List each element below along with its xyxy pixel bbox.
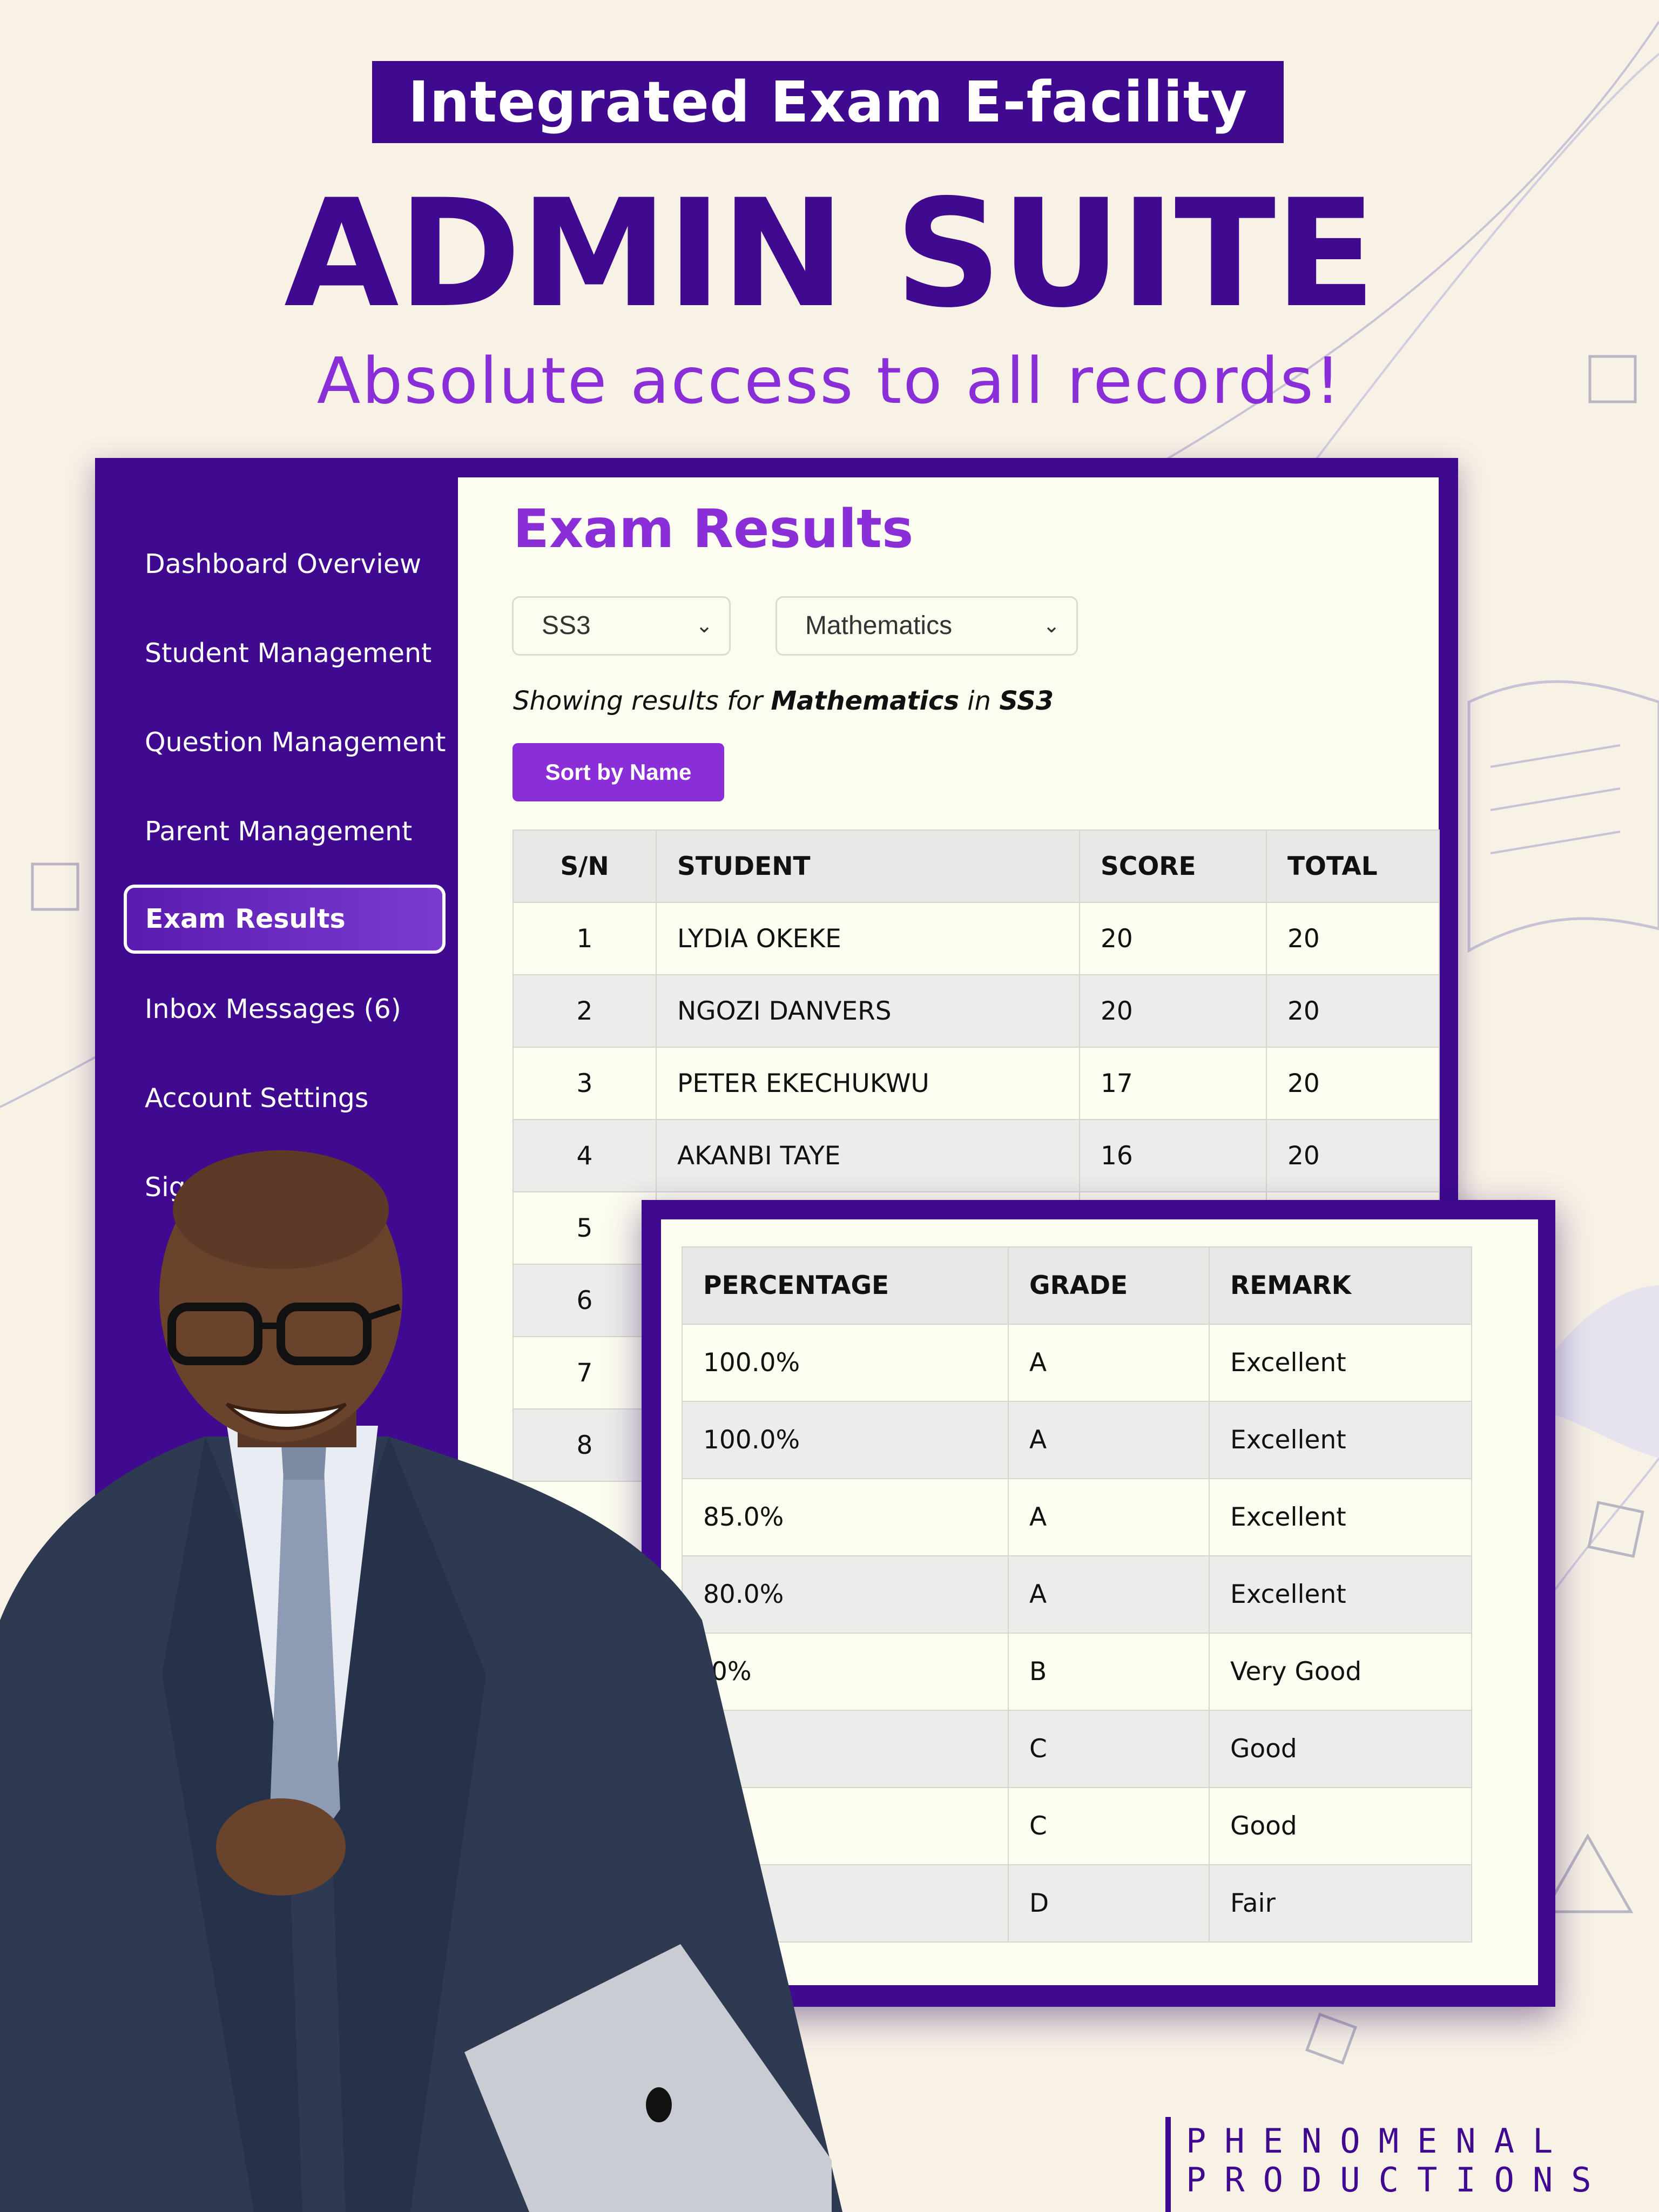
column-header-total[interactable]: TOTAL xyxy=(1266,830,1440,903)
sidebar-item-student-management[interactable]: Student Management xyxy=(145,618,447,689)
column-header-remark[interactable]: REMARK xyxy=(1209,1246,1472,1325)
sidebar-item-parent-management[interactable]: Parent Management xyxy=(145,797,447,867)
caption-subject: Mathematics xyxy=(771,686,960,716)
results-caption: Showing results for Mathematics in SS3 xyxy=(513,686,1054,716)
sidebar-item-inbox-messages[interactable]: Inbox Messages (6) xyxy=(145,974,447,1044)
chevron-down-icon: ⌄ xyxy=(696,615,713,637)
sidebar-item-account-settings[interactable]: Account Settings xyxy=(145,1063,447,1134)
table-row: 2 NGOZI DANVERS 20 20 xyxy=(512,974,1440,1048)
chevron-down-icon: ⌄ xyxy=(1043,615,1060,637)
brand-logo-line1: PHENOMENAL xyxy=(1186,2121,1572,2161)
table-row: 3 PETER EKECHUKWU 17 20 xyxy=(512,1047,1440,1120)
column-header-score[interactable]: SCORE xyxy=(1079,830,1267,903)
brand-logo-bar xyxy=(1165,2117,1171,2212)
tagline-banner: Integrated Exam E-facility xyxy=(372,61,1284,143)
sidebar-item-exam-results[interactable]: Exam Results xyxy=(124,885,446,954)
subheadline: Absolute access to all records! xyxy=(316,343,1343,418)
brand-logo-line2: PRODUCTIONS xyxy=(1186,2160,1610,2200)
caption-class: SS3 xyxy=(999,686,1054,716)
presenter-photo xyxy=(0,1150,842,2212)
class-select[interactable]: SS3 ⌄ xyxy=(512,596,731,656)
table-row: 1 LYDIA OKEKE 20 20 xyxy=(512,902,1440,975)
class-select-value: SS3 xyxy=(542,611,591,640)
page-title: Exam Results xyxy=(513,498,914,560)
headline: ADMIN SUITE xyxy=(284,167,1376,340)
column-header-sn[interactable]: S/N xyxy=(512,830,657,903)
sort-by-name-button[interactable]: Sort by Name xyxy=(512,743,724,801)
column-header-student[interactable]: STUDENT xyxy=(656,830,1080,903)
sidebar-item-question-management[interactable]: Question Management xyxy=(145,707,447,778)
sidebar-item-dashboard-overview[interactable]: Dashboard Overview xyxy=(145,529,447,599)
subject-select-value: Mathematics xyxy=(805,611,953,640)
column-header-grade[interactable]: GRADE xyxy=(1008,1246,1210,1325)
subject-select[interactable]: Mathematics ⌄ xyxy=(775,596,1078,656)
